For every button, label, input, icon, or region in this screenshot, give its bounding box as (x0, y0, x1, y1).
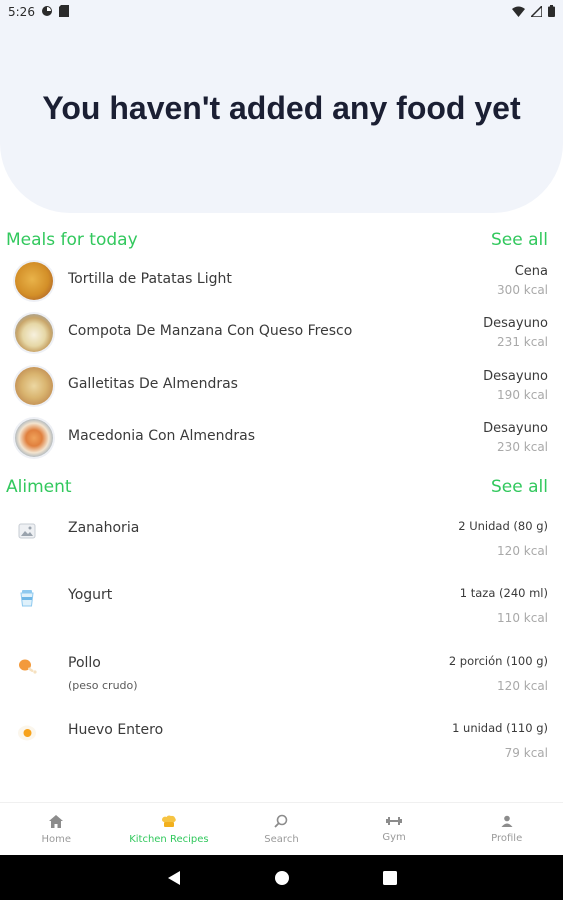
nav-item-profile[interactable]: Profile (450, 803, 563, 856)
aliment-row[interactable]: Pollo (peso crudo) 2 porción (100 g) 120… (0, 647, 563, 707)
aliment-portion: 1 taza (240 ml) (459, 586, 548, 600)
nav-label: Profile (491, 833, 523, 844)
hero-title: You haven't added any food yet (42, 90, 521, 126)
aliment-name: Pollo (68, 655, 101, 671)
meal-kcal: 300 kcal (497, 283, 548, 297)
meal-thumbnail (15, 419, 53, 457)
meal-name: Compota De Manzana Con Queso Fresco (68, 323, 353, 339)
meal-name: Tortilla de Patatas Light (68, 271, 232, 287)
egg-icon (16, 722, 38, 744)
dumbbell-icon (386, 816, 403, 829)
meal-row[interactable]: Macedonia Con Almendras Desayuno 230 kca… (0, 413, 563, 463)
nav-label: Search (264, 834, 299, 845)
status-time: 5:26 (8, 5, 35, 19)
aliment-portion: 2 porción (100 g) (448, 654, 548, 668)
chicken-leg-icon (16, 655, 38, 677)
image-placeholder-icon (16, 520, 38, 542)
meal-row[interactable]: Compota De Manzana Con Queso Fresco Desa… (0, 308, 563, 358)
aliment-portion: 2 Unidad (80 g) (458, 519, 548, 533)
meal-thumbnail (15, 367, 53, 405)
bottom-nav: Home Kitchen Recipes Search Gym Profile (0, 802, 563, 856)
nav-label: Kitchen Recipes (129, 833, 209, 845)
meals-see-all-link[interactable]: See all (491, 230, 548, 250)
aliment-row[interactable]: Huevo Entero 1 unidad (110 g) 79 kcal (0, 714, 563, 774)
meal-type: Desayuno (483, 316, 548, 331)
system-navigation-bar (0, 855, 563, 900)
meal-kcal: 231 kcal (497, 335, 548, 349)
meal-row[interactable]: Tortilla de Patatas Light Cena 300 kcal (0, 256, 563, 306)
meals-section-title: Meals for today (6, 230, 138, 250)
signal-icon (529, 3, 543, 19)
search-icon (274, 814, 288, 831)
back-icon[interactable] (165, 869, 183, 887)
aliment-portion: 1 unidad (110 g) (452, 721, 548, 735)
meal-kcal: 190 kcal (497, 388, 548, 402)
status-bar: 5:26 (0, 0, 563, 24)
nav-label: Home (41, 833, 72, 845)
meal-row[interactable]: Galletitas De Almendras Desayuno 190 kca… (0, 361, 563, 411)
meal-kcal: 230 kcal (497, 440, 548, 454)
chef-hat-icon (161, 814, 177, 831)
aliment-see-all-link[interactable]: See all (491, 477, 548, 497)
nav-item-search[interactable]: Search (225, 803, 338, 856)
aliment-name: Yogurt (68, 587, 113, 603)
aliment-row[interactable]: Yogurt 1 taza (240 ml) 110 kcal (0, 579, 563, 639)
aliment-sub: (peso crudo) (68, 679, 138, 692)
hero-banner: You haven't added any food yet (0, 0, 563, 213)
aliment-name: Zanahoria (68, 520, 140, 536)
yogurt-cup-icon (16, 587, 38, 609)
home-button-icon[interactable] (273, 869, 291, 887)
aliment-kcal: 120 kcal (497, 544, 548, 558)
nav-item-kitchen-recipes[interactable]: Kitchen Recipes (113, 803, 226, 856)
aliment-section-header: Aliment See all (6, 477, 548, 497)
meal-name: Galletitas De Almendras (68, 376, 238, 392)
meals-section-header: Meals for today See all (6, 230, 548, 250)
aliment-name: Huevo Entero (68, 722, 164, 738)
nav-label: Gym (382, 832, 406, 843)
wifi-icon (512, 6, 525, 19)
person-icon (501, 815, 513, 830)
meal-thumbnail (15, 262, 53, 300)
battery-icon (548, 5, 555, 19)
meal-name: Macedonia Con Almendras (68, 428, 255, 444)
recents-icon[interactable] (381, 869, 399, 887)
nav-item-gym[interactable]: Gym (338, 803, 451, 856)
home-icon (49, 814, 64, 831)
aliment-section-title: Aliment (6, 477, 72, 497)
aliment-kcal: 120 kcal (497, 679, 548, 693)
meal-type: Cena (514, 264, 548, 279)
meal-type: Desayuno (483, 421, 548, 436)
sync-icon (41, 5, 53, 19)
aliment-kcal: 110 kcal (497, 611, 548, 625)
aliment-kcal: 79 kcal (504, 746, 548, 760)
meal-type: Desayuno (483, 369, 548, 384)
aliment-row[interactable]: Zanahoria 2 Unidad (80 g) 120 kcal (0, 512, 563, 572)
sd-card-icon (58, 5, 69, 19)
meal-thumbnail (15, 314, 53, 352)
nav-item-home[interactable]: Home (0, 803, 113, 856)
